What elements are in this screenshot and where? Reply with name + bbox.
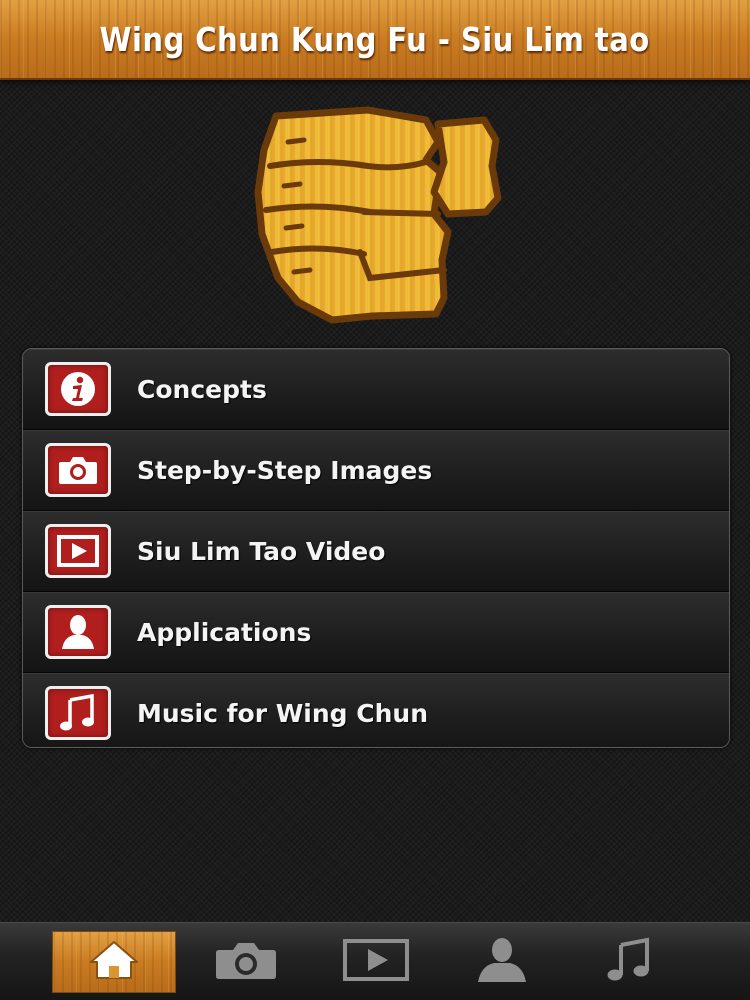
- music-note-icon: [607, 937, 653, 987]
- tab-images[interactable]: [184, 931, 308, 993]
- tab-music[interactable]: [568, 931, 692, 993]
- music-note-icon: [45, 686, 111, 740]
- menu-item-label: Concepts: [137, 375, 267, 404]
- menu-item-label: Applications: [137, 618, 312, 647]
- menu-item-music-for-wing-chun[interactable]: Music for Wing Chun: [23, 673, 729, 747]
- camera-icon: [45, 443, 111, 497]
- person-icon: [472, 936, 532, 988]
- person-icon: [45, 605, 111, 659]
- main-menu: Concepts Step-by-Step Images Siu Lim Tao…: [22, 348, 730, 748]
- tab-home[interactable]: [52, 931, 176, 993]
- menu-item-step-by-step-images[interactable]: Step-by-Step Images: [23, 430, 729, 511]
- tab-video[interactable]: [314, 931, 438, 993]
- title-bar: Wing Chun Kung Fu - Siu Lim tao: [0, 0, 750, 80]
- video-play-icon: [342, 938, 410, 986]
- camera-icon: [213, 938, 279, 986]
- video-play-icon: [45, 524, 111, 578]
- menu-item-applications[interactable]: Applications: [23, 592, 729, 673]
- tab-applications[interactable]: [440, 931, 564, 993]
- info-icon: [45, 362, 111, 416]
- home-icon: [87, 938, 141, 986]
- menu-item-concepts[interactable]: Concepts: [23, 349, 729, 430]
- bottom-tab-bar: [0, 922, 750, 1000]
- menu-item-label: Siu Lim Tao Video: [137, 537, 386, 566]
- menu-item-label: Music for Wing Chun: [137, 699, 429, 728]
- wooden-fist-icon: [248, 102, 510, 328]
- app-title: Wing Chun Kung Fu - Siu Lim tao: [99, 19, 651, 59]
- menu-item-siu-lim-tao-video[interactable]: Siu Lim Tao Video: [23, 511, 729, 592]
- menu-item-label: Step-by-Step Images: [137, 456, 433, 485]
